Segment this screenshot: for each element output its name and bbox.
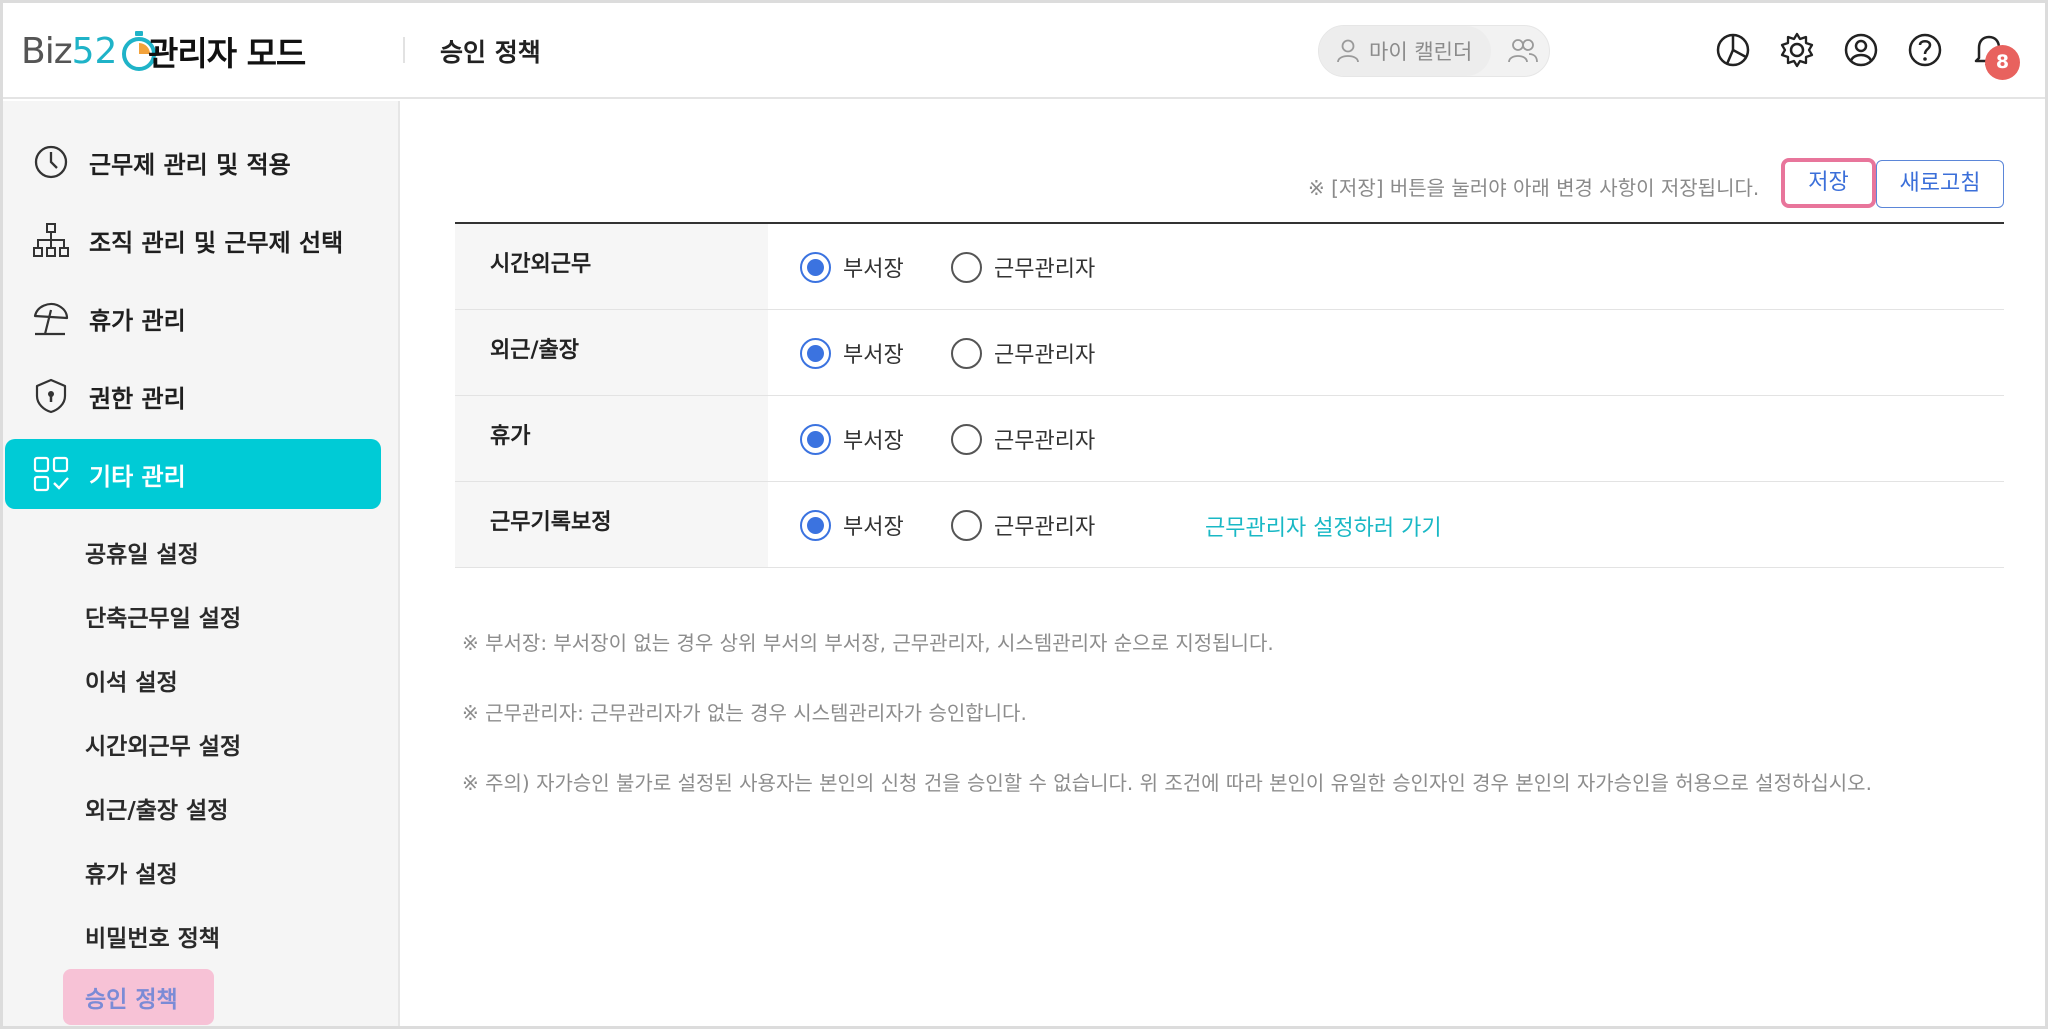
sidebar-item-label: 기타 관리 bbox=[89, 462, 186, 491]
sidebar-item-work-system[interactable]: 근무제 관리 및 적용 bbox=[5, 127, 381, 197]
pie-chart-icon[interactable] bbox=[1713, 30, 1753, 70]
help-icon[interactable] bbox=[1905, 30, 1945, 70]
calendar-toggle[interactable]: 마이 캘린더 bbox=[1318, 25, 1550, 77]
radio-manager-overtime[interactable]: 근무관리자 bbox=[951, 251, 1095, 283]
notification-badge: 8 bbox=[1985, 45, 2020, 80]
row-label: 근무기록보정 bbox=[455, 482, 768, 567]
my-calendar-button[interactable]: 마이 캘린더 bbox=[1319, 26, 1491, 76]
sidebar-sub-approval-policy[interactable]: 승인 정책 bbox=[63, 969, 214, 1025]
radio-manager-record-correction[interactable]: 근무관리자 bbox=[951, 509, 1095, 541]
admin-mode-title: 관리자 모드 bbox=[148, 34, 306, 73]
sidebar-sub-password[interactable]: 비밀번호 정책 bbox=[85, 919, 220, 953]
save-button[interactable]: 저장 bbox=[1781, 158, 1876, 208]
row-label: 외근/출장 bbox=[455, 310, 768, 395]
radio-manager-outside-trip[interactable]: 근무관리자 bbox=[951, 337, 1095, 369]
approval-policy-table: 시간외근무 부서장 근무관리자 외근/출장 부서장 근무관리자 휴가 부서장 근… bbox=[455, 222, 2004, 568]
sidebar: 근무제 관리 및 적용 조직 관리 및 근무제 선택 휴가 관리 권한 관리 기… bbox=[3, 101, 400, 1026]
radio-head-overtime[interactable]: 부서장 bbox=[800, 251, 904, 283]
radio-unchecked[interactable] bbox=[951, 251, 982, 283]
sidebar-item-label: 조직 관리 및 근무제 선택 bbox=[89, 228, 344, 257]
sidebar-item-label: 근무제 관리 및 적용 bbox=[89, 150, 291, 179]
sidebar-sub-outside-trip[interactable]: 외근/출장 설정 bbox=[85, 791, 228, 825]
user-icon bbox=[1337, 39, 1359, 63]
row-label: 시간외근무 bbox=[455, 224, 768, 309]
top-header: Biz 52 관리자 모드 승인 정책 마이 캘린더 bbox=[3, 3, 2045, 99]
radio-head-record-correction[interactable]: 부서장 bbox=[800, 509, 904, 541]
radio-checked[interactable] bbox=[800, 251, 831, 283]
radio-label: 부서장 bbox=[843, 429, 904, 454]
sidebar-item-organization[interactable]: 조직 관리 및 근무제 선택 bbox=[5, 205, 381, 275]
radio-label: 부서장 bbox=[843, 257, 904, 282]
radio-checked[interactable] bbox=[800, 509, 831, 541]
table-row: 휴가 부서장 근무관리자 bbox=[455, 396, 2004, 482]
team-calendar-icon[interactable] bbox=[1507, 36, 1539, 66]
radio-label: 근무관리자 bbox=[994, 257, 1096, 282]
radio-label: 근무관리자 bbox=[994, 429, 1096, 454]
grid-check-icon bbox=[33, 456, 69, 492]
note-caution: ※ 주의) 자가승인 불가로 설정된 사용자는 본인의 신청 건을 승인할 수 … bbox=[462, 771, 1872, 795]
logo-text: Biz bbox=[21, 30, 73, 72]
my-calendar-label: 마이 캘린더 bbox=[1369, 40, 1473, 64]
account-icon[interactable] bbox=[1841, 30, 1881, 70]
shield-lock-icon bbox=[35, 378, 67, 414]
radio-unchecked[interactable] bbox=[951, 509, 982, 541]
note-head: ※ 부서장: 부서장이 없는 경우 상위 부서의 부서장, 근무관리자, 시스템… bbox=[462, 631, 1274, 655]
gear-icon[interactable] bbox=[1777, 30, 1817, 70]
sidebar-item-leave[interactable]: 휴가 관리 bbox=[5, 283, 381, 353]
header-divider bbox=[403, 37, 405, 63]
radio-unchecked[interactable] bbox=[951, 423, 982, 455]
table-row: 시간외근무 부서장 근무관리자 bbox=[455, 224, 2004, 310]
radio-checked[interactable] bbox=[800, 337, 831, 369]
sidebar-item-misc[interactable]: 기타 관리 bbox=[5, 439, 381, 509]
radio-label: 근무관리자 bbox=[994, 343, 1096, 368]
sidebar-item-permissions[interactable]: 권한 관리 bbox=[5, 361, 381, 431]
umbrella-icon bbox=[33, 302, 69, 336]
sidebar-sub-leave[interactable]: 휴가 설정 bbox=[85, 855, 178, 889]
page-title: 승인 정책 bbox=[440, 38, 541, 67]
radio-checked[interactable] bbox=[800, 423, 831, 455]
sidebar-item-label: 휴가 관리 bbox=[89, 306, 186, 335]
save-notice: ※ [저장] 버튼을 눌러야 아래 변경 사항이 저장됩니다. bbox=[1308, 176, 1760, 200]
table-row: 외근/출장 부서장 근무관리자 bbox=[455, 310, 2004, 396]
radio-label: 부서장 bbox=[843, 515, 904, 540]
radio-unchecked[interactable] bbox=[951, 337, 982, 369]
note-manager: ※ 근무관리자: 근무관리자가 없는 경우 시스템관리자가 승인합니다. bbox=[462, 701, 1027, 725]
table-row: 근무기록보정 부서장 근무관리자 근무관리자 설정하러 가기 bbox=[455, 482, 2004, 568]
manager-settings-link[interactable]: 근무관리자 설정하러 가기 bbox=[1205, 510, 1442, 542]
org-chart-icon bbox=[33, 223, 69, 257]
row-label: 휴가 bbox=[455, 396, 768, 481]
sidebar-sub-short-workday[interactable]: 단축근무일 설정 bbox=[85, 599, 241, 633]
sidebar-sub-away[interactable]: 이석 설정 bbox=[85, 663, 178, 697]
sidebar-sub-overtime[interactable]: 시간외근무 설정 bbox=[85, 727, 241, 761]
radio-label: 부서장 bbox=[843, 343, 904, 368]
logo-number: 52 bbox=[71, 30, 118, 72]
sidebar-sub-holiday[interactable]: 공휴일 설정 bbox=[85, 535, 199, 569]
refresh-button[interactable]: 새로고침 bbox=[1876, 160, 2004, 208]
radio-head-leave[interactable]: 부서장 bbox=[800, 423, 904, 455]
radio-label: 근무관리자 bbox=[994, 515, 1096, 540]
sidebar-item-label: 권한 관리 bbox=[89, 384, 186, 413]
radio-head-outside-trip[interactable]: 부서장 bbox=[800, 337, 904, 369]
logo[interactable]: Biz 52 bbox=[21, 23, 159, 79]
clock-icon bbox=[34, 145, 68, 179]
radio-manager-leave[interactable]: 근무관리자 bbox=[951, 423, 1095, 455]
